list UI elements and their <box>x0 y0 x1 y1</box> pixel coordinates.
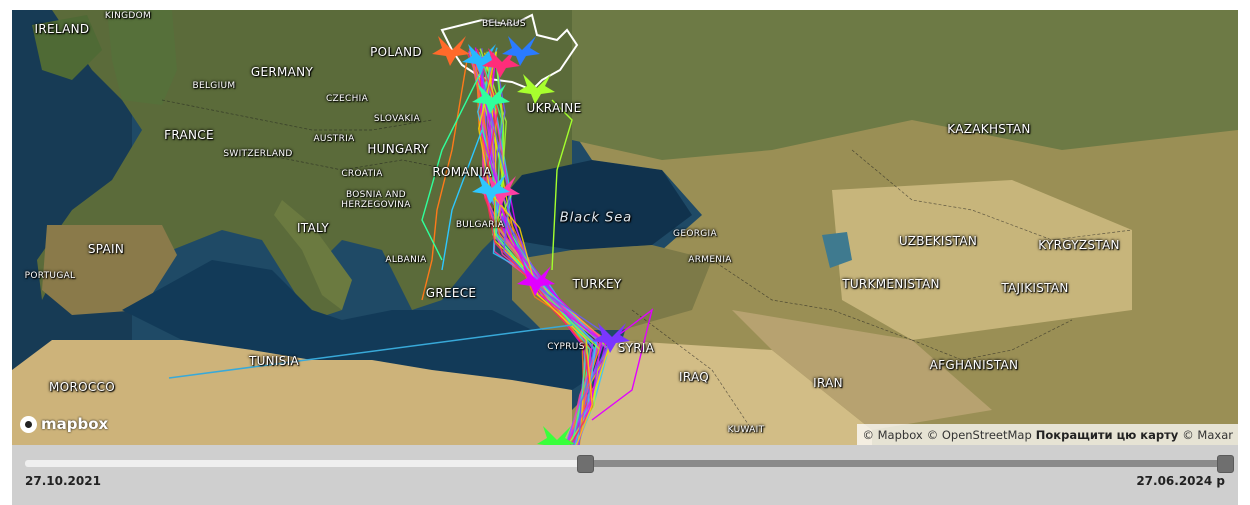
label-black-sea: Black Sea <box>559 210 633 226</box>
label-spain: SPAIN <box>87 242 125 256</box>
label-france: FRANCE <box>164 128 214 142</box>
attribution-mapbox-link[interactable]: © Mapbox <box>862 428 922 442</box>
timeline-track-elapsed[interactable] <box>25 460 585 467</box>
map-widget: IRELAND KINGDOM BELARUS POLAND GERMANY B… <box>12 10 1238 505</box>
label-germany: GERMANY <box>250 65 314 79</box>
label-kuwait: KUWAIT <box>727 425 765 435</box>
label-tunisia: TUNISIA <box>248 354 300 368</box>
label-tajikistan: TAJIKISTAN <box>1001 281 1069 295</box>
label-cyprus: CYPRUS <box>547 342 585 352</box>
label-austria: AUSTRIA <box>313 134 355 144</box>
label-poland: POLAND <box>370 45 422 59</box>
label-ireland: IRELAND <box>34 22 90 36</box>
timeline-end-date: 27.06.2024 р <box>1136 474 1225 488</box>
label-armenia: ARMENIA <box>688 255 732 265</box>
map-attribution: © Mapbox © OpenStreetMap Покращити цю ка… <box>857 424 1238 445</box>
label-morocco: MOROCCO <box>49 380 115 394</box>
attribution-osm-link[interactable]: © OpenStreetMap <box>927 428 1032 442</box>
attribution-maxar-link[interactable]: © Maxar <box>1182 428 1233 442</box>
label-greece: GREECE <box>425 286 477 300</box>
label-belarus: BELARUS <box>482 19 526 29</box>
label-kingdom: KINGDOM <box>104 11 152 21</box>
label-uzbekistan: UZBEKISTAN <box>898 234 978 248</box>
timeline-end-handle[interactable] <box>1217 455 1234 473</box>
migration-map[interactable]: IRELAND KINGDOM BELARUS POLAND GERMANY B… <box>12 10 1238 445</box>
improve-map-link[interactable]: Покращити цю карту <box>1036 428 1179 442</box>
label-hungary: HUNGARY <box>367 142 429 156</box>
label-portugal: PORTUGAL <box>24 271 76 281</box>
label-bosnia: BOSNIA AND HERZEGOVINA <box>341 190 411 210</box>
timeline-track-remaining[interactable] <box>585 460 1225 467</box>
mapbox-logo-icon <box>20 415 37 433</box>
mapbox-logo[interactable]: mapbox <box>20 415 108 433</box>
label-italy: ITALY <box>296 221 330 235</box>
label-romania: ROMANIA <box>432 165 492 179</box>
label-syria: SYRIA <box>617 341 655 355</box>
label-switzerland: SWITZERLAND <box>223 149 293 159</box>
mapbox-logo-text: mapbox <box>41 415 109 433</box>
label-belgium: BELGIUM <box>192 81 236 91</box>
label-ukraine: UKRAINE <box>526 101 582 115</box>
label-kyrgyzstan: KYRGYZSTAN <box>1038 238 1120 252</box>
label-turkmenistan: TURKMENISTAN <box>842 277 940 291</box>
label-albania: ALBANIA <box>385 255 427 265</box>
label-iraq: IRAQ <box>678 370 710 384</box>
label-kazakhstan: KAZAKHSTAN <box>947 122 1031 136</box>
timeline-start-handle[interactable] <box>577 455 594 473</box>
timeline-start-date: 27.10.2021 <box>25 474 101 488</box>
label-afghanistan: AFGHANISTAN <box>929 358 1019 372</box>
label-czechia: CZECHIA <box>325 94 369 104</box>
label-bulgaria: BULGARIA <box>455 220 505 230</box>
label-iran: IRAN <box>813 376 843 390</box>
label-slovakia: SLOVAKIA <box>373 114 421 124</box>
map-base <box>12 10 1238 445</box>
label-georgia: GEORGIA <box>673 229 717 239</box>
label-turkey: TURKEY <box>572 277 622 291</box>
timeline-bar: 27.10.2021 27.06.2024 р <box>12 445 1238 505</box>
label-croatia: CROATIA <box>341 169 383 179</box>
